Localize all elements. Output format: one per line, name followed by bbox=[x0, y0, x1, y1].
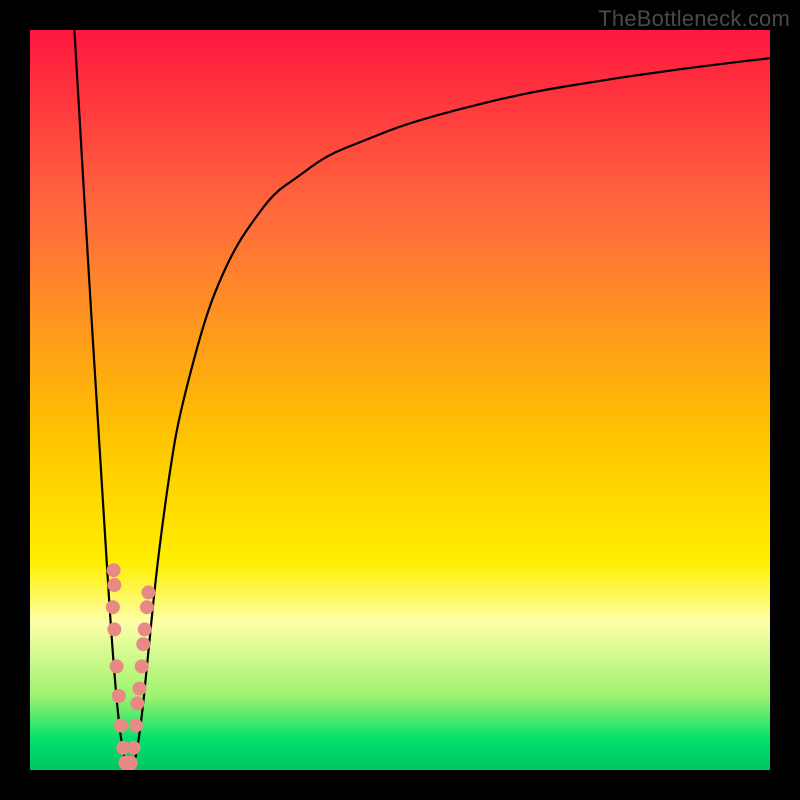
bottleneck-chart bbox=[30, 30, 770, 770]
marker-dot bbox=[110, 659, 124, 673]
marker-dot bbox=[135, 659, 149, 673]
marker-dot bbox=[114, 719, 128, 733]
marker-dot bbox=[130, 696, 144, 710]
marker-dot bbox=[138, 622, 152, 636]
marker-dot bbox=[124, 756, 138, 770]
gradient-background bbox=[30, 30, 770, 770]
plot-area bbox=[30, 30, 770, 770]
marker-dot bbox=[141, 585, 155, 599]
marker-dot bbox=[133, 682, 147, 696]
marker-dot bbox=[107, 578, 121, 592]
marker-dot bbox=[129, 719, 143, 733]
marker-dot bbox=[107, 563, 121, 577]
marker-dot bbox=[106, 600, 120, 614]
chart-frame: TheBottleneck.com bbox=[0, 0, 800, 800]
marker-dot bbox=[107, 622, 121, 636]
marker-dot bbox=[127, 741, 141, 755]
marker-dot bbox=[112, 689, 126, 703]
marker-dot bbox=[140, 600, 154, 614]
marker-dot bbox=[136, 637, 150, 651]
watermark-text: TheBottleneck.com bbox=[598, 6, 790, 32]
